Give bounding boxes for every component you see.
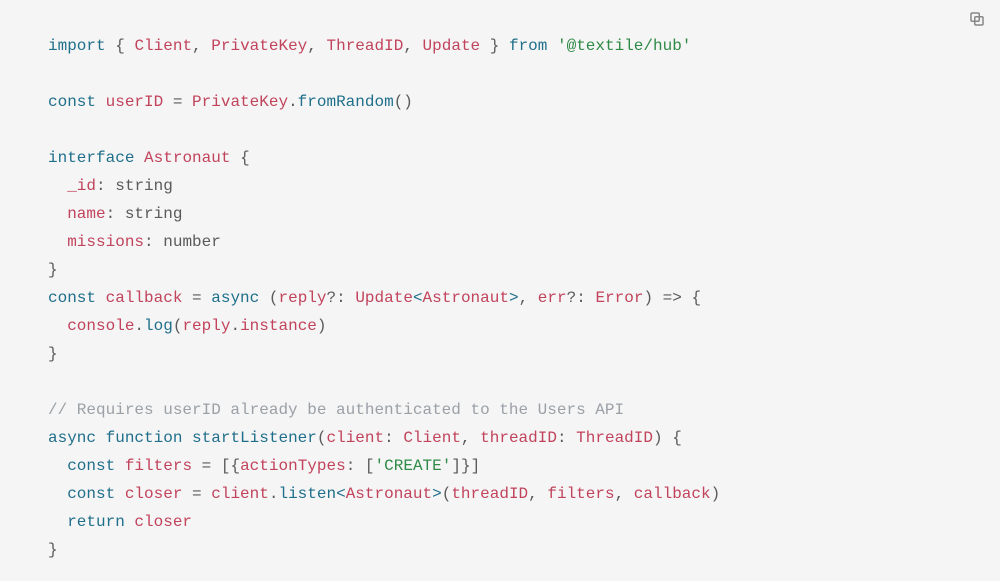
copy-icon[interactable] <box>968 10 986 28</box>
code-block: import { Client, PrivateKey, ThreadID, U… <box>0 0 1000 581</box>
code-content: import { Client, PrivateKey, ThreadID, U… <box>48 32 952 564</box>
